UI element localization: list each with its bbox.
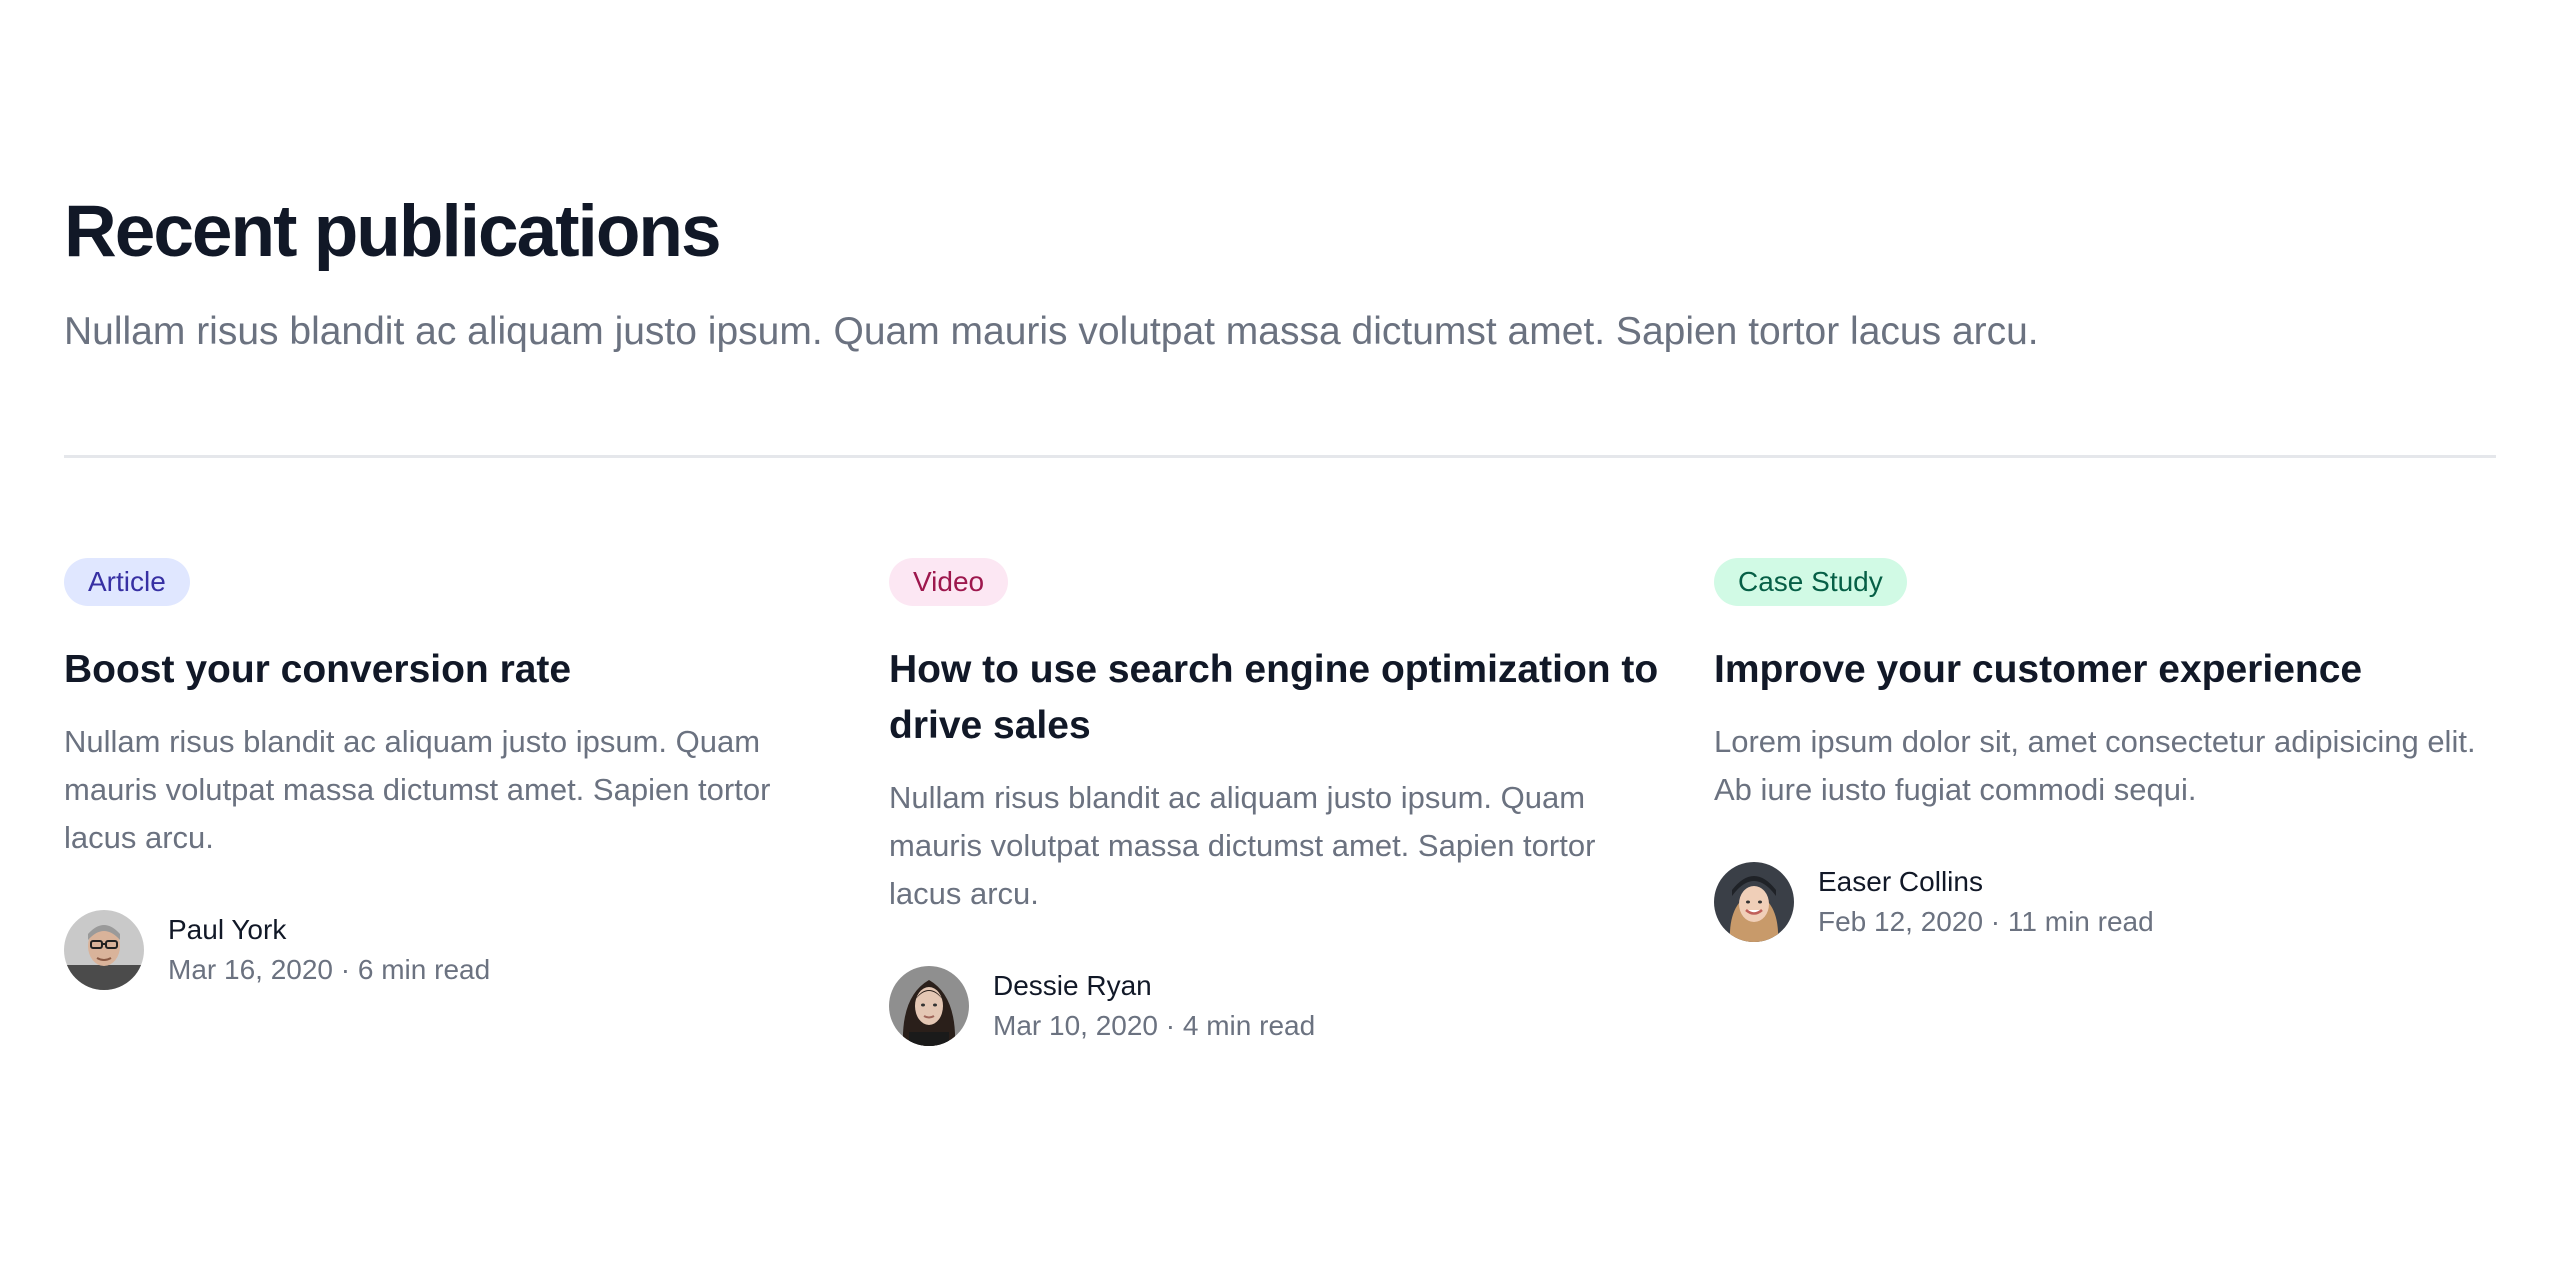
post-meta: Mar 16, 2020 · 6 min read xyxy=(168,954,491,985)
avatar-photo-icon xyxy=(64,910,144,990)
page-subtitle: Nullam risus blandit ac aliquam justo ip… xyxy=(64,310,2039,353)
avatar-photo-icon xyxy=(889,966,969,1046)
avatar[interactable] xyxy=(64,910,144,990)
author-name[interactable]: Paul York xyxy=(168,910,490,950)
post-description: Lorem ipsum dolor sit, amet consectetur … xyxy=(1714,724,2476,807)
author-info: Dessie Ryan Mar 10, 2020 · 4 min read xyxy=(993,966,1315,1046)
post-meta: Feb 12, 2020 · 11 min read xyxy=(1818,906,2154,937)
avatar-photo-icon xyxy=(1714,862,1794,942)
posts-grid: Article Boost your conversion rate Nulla… xyxy=(64,558,2496,1046)
post-author: Easer Collins Feb 12, 2020 · 11 min read xyxy=(1714,862,2496,942)
post-card-video: Video How to use search engine optimizat… xyxy=(889,558,1671,1046)
avatar[interactable] xyxy=(1714,862,1794,942)
post-card-case-study: Case Study Improve your customer experie… xyxy=(1714,558,2496,1046)
author-info: Paul York Mar 16, 2020 · 6 min read xyxy=(168,910,490,990)
post-author: Paul York Mar 16, 2020 · 6 min read xyxy=(64,910,846,990)
post-card-article: Article Boost your conversion rate Nulla… xyxy=(64,558,846,1046)
post-author: Dessie Ryan Mar 10, 2020 · 4 min read xyxy=(889,966,1671,1046)
post-description: Nullam risus blandit ac aliquam justo ip… xyxy=(889,780,1596,911)
author-info: Easer Collins Feb 12, 2020 · 11 min read xyxy=(1818,862,2154,942)
post-title[interactable]: Boost your conversion rate xyxy=(64,642,846,698)
post-title[interactable]: Improve your customer experience xyxy=(1714,642,2496,698)
author-name[interactable]: Easer Collins xyxy=(1818,862,2154,902)
category-badge[interactable]: Video xyxy=(889,558,1009,606)
post-description: Nullam risus blandit ac aliquam justo ip… xyxy=(64,724,771,855)
author-name[interactable]: Dessie Ryan xyxy=(993,966,1315,1006)
post-meta: Mar 10, 2020 · 4 min read xyxy=(993,1010,1316,1041)
avatar[interactable] xyxy=(889,966,969,1046)
page-title: Recent publications xyxy=(64,191,722,272)
category-badge[interactable]: Case Study xyxy=(1714,558,1907,606)
category-badge[interactable]: Article xyxy=(64,558,190,606)
post-title[interactable]: How to use search engine optimization to… xyxy=(889,642,1671,754)
section-divider xyxy=(64,455,2496,458)
